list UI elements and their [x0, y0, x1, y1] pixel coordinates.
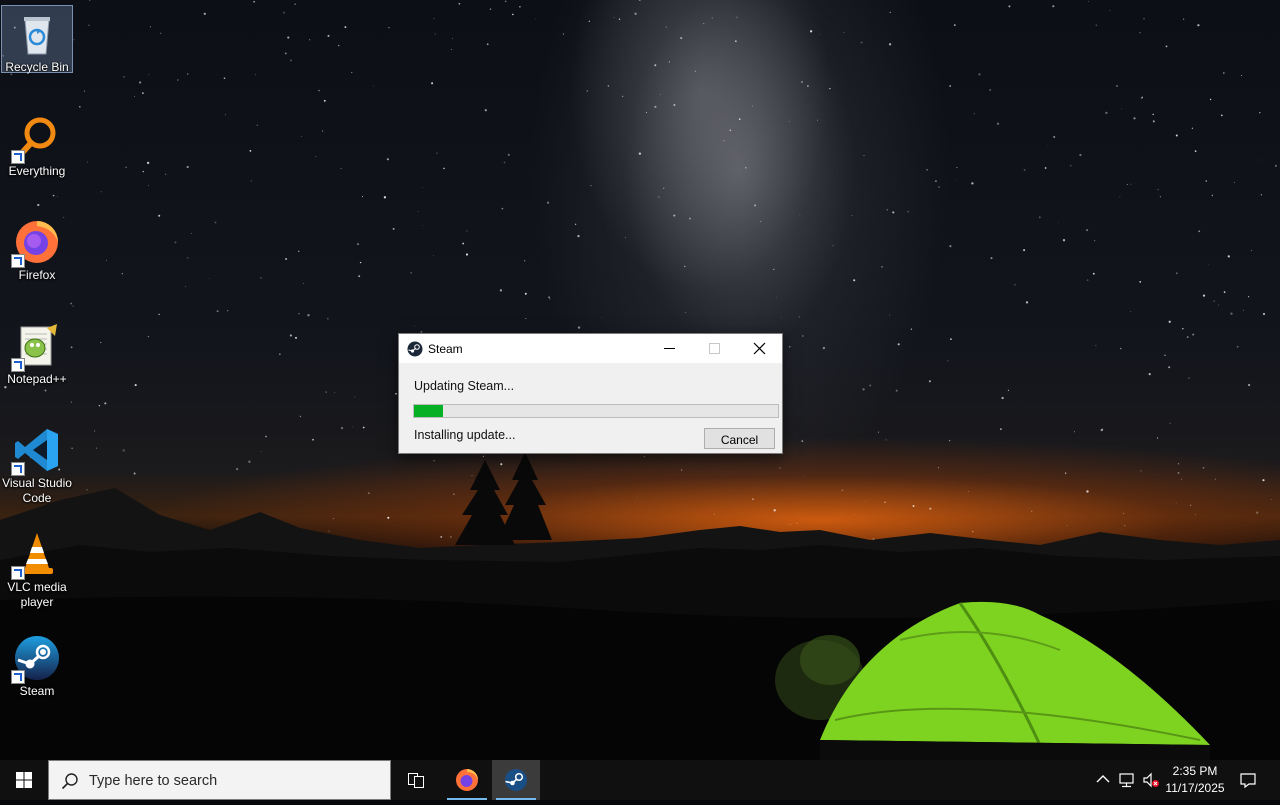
notepad-plus-plus-icon — [11, 322, 61, 372]
task-view-button[interactable] — [392, 760, 440, 800]
shortcut-arrow-icon — [11, 254, 25, 268]
task-view-icon — [408, 773, 424, 788]
vscode-icon — [11, 426, 61, 476]
minimize-icon — [664, 348, 675, 349]
start-button[interactable] — [0, 760, 48, 800]
shortcut-arrow-icon — [11, 150, 25, 164]
everything-search-icon — [11, 114, 61, 164]
desktop-icon-label: Firefox — [18, 268, 56, 282]
desktop-icon-vlc[interactable]: VLC media player — [2, 526, 72, 610]
maximize-button — [692, 334, 737, 363]
steam-icon — [11, 634, 61, 684]
clock-date: 11/17/2025 — [1165, 781, 1225, 795]
desktop-icon-firefox[interactable]: Firefox — [2, 214, 72, 283]
close-icon — [753, 342, 766, 355]
taskbar-firefox-button[interactable] — [443, 760, 491, 800]
search-icon — [61, 773, 78, 790]
firefox-icon — [456, 769, 478, 791]
desktop-icon-label: VLC media player — [7, 580, 67, 609]
desktop-icon-label: Notepad++ — [7, 372, 67, 386]
desktop-icon-label: Everything — [8, 164, 66, 178]
windows-logo-icon — [16, 772, 32, 788]
shortcut-arrow-icon — [11, 462, 25, 476]
desktop-icon-label: Recycle Bin — [5, 60, 69, 74]
cancel-button[interactable]: Cancel — [704, 428, 775, 449]
chevron-up-icon[interactable] — [1094, 771, 1112, 789]
desktop-icon-notepad-plus-plus[interactable]: Notepad++ — [2, 318, 72, 387]
steam-icon — [505, 769, 527, 791]
dialog-titlebar[interactable]: Steam — [399, 334, 782, 363]
steam-update-dialog: Steam Updating Steam... Installing updat… — [398, 333, 783, 454]
update-progress-bar — [413, 404, 779, 418]
network-icon[interactable] — [1118, 771, 1136, 789]
desktop-icon-everything[interactable]: Everything — [2, 110, 72, 179]
clock-time: 2:35 PM — [1172, 764, 1218, 778]
recycle-bin-icon — [13, 10, 61, 58]
notifications-icon[interactable] — [1239, 771, 1257, 789]
dialog-title: Steam — [428, 342, 463, 356]
taskbar-clock[interactable]: 2:35 PM 11/17/2025 — [1160, 763, 1230, 797]
steam-icon — [407, 341, 423, 357]
taskbar-search-box[interactable]: Type here to search — [48, 760, 391, 800]
update-detail-text: Installing update... — [414, 428, 516, 442]
vlc-icon — [11, 530, 61, 580]
maximize-icon — [709, 343, 720, 354]
taskbar-steam-button[interactable] — [492, 760, 540, 800]
desktop-icon-label: Steam — [19, 684, 55, 698]
minimize-button[interactable] — [647, 334, 692, 363]
desktop-icon-recycle-bin[interactable]: Recycle Bin — [1, 5, 73, 74]
shortcut-arrow-icon — [11, 358, 25, 372]
volume-muted-icon[interactable] — [1142, 771, 1160, 789]
shortcut-arrow-icon — [11, 566, 25, 580]
desktop-icon-vscode[interactable]: Visual Studio Code — [2, 422, 72, 506]
search-placeholder: Type here to search — [89, 773, 218, 789]
firefox-icon — [11, 218, 61, 268]
progress-fill — [414, 405, 444, 417]
desktop-icon-label: Visual Studio Code — [2, 476, 72, 505]
taskbar: Type here to search 2:35 PM 11/17/2025 — [0, 760, 1280, 800]
close-button[interactable] — [737, 334, 782, 363]
shortcut-arrow-icon — [11, 670, 25, 684]
desktop-icon-steam[interactable]: Steam — [2, 630, 72, 699]
update-status-text: Updating Steam... — [414, 379, 515, 393]
